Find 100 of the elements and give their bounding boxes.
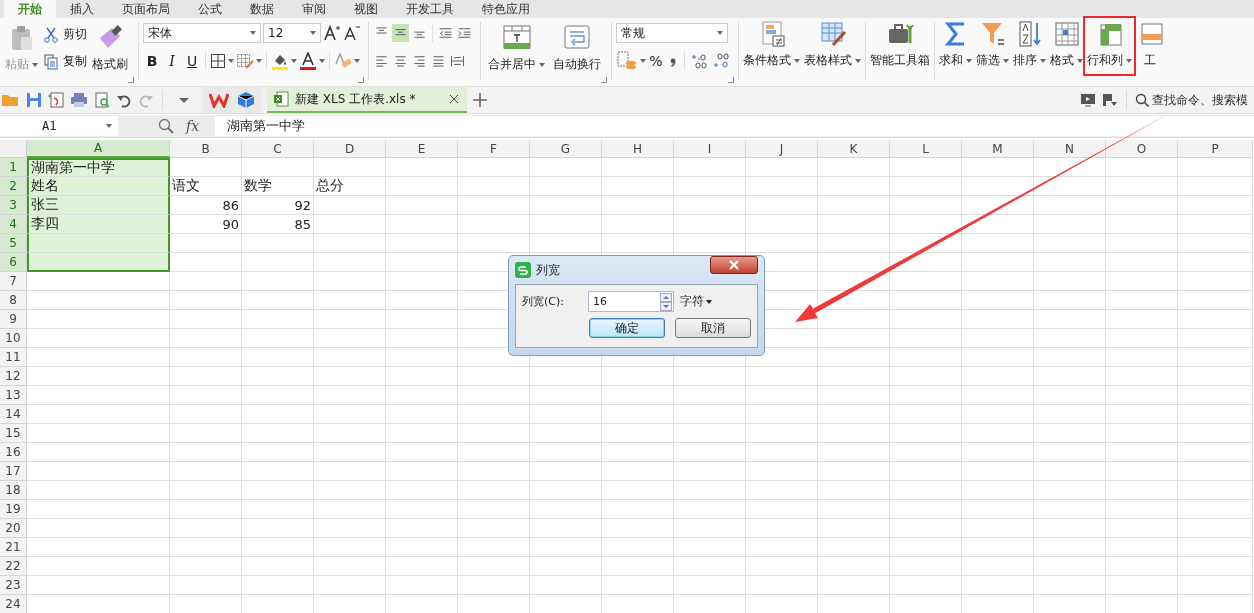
unit-dropdown[interactable]: 字符 xyxy=(680,293,712,310)
column-header[interactable]: C xyxy=(242,140,314,158)
flag-icon[interactable] xyxy=(1102,93,1118,107)
formula-input[interactable]: 湖南第一中学 xyxy=(215,116,1254,136)
row-header[interactable]: 12 xyxy=(0,367,27,386)
row-header[interactable]: 17 xyxy=(0,462,27,481)
export-pdf-icon[interactable] xyxy=(48,92,64,108)
font-size-dropdown[interactable]: 12 xyxy=(263,23,321,43)
column-header[interactable]: K xyxy=(818,140,890,158)
name-box[interactable]: A1 xyxy=(0,116,118,136)
insert-function-button[interactable]: fx xyxy=(186,118,200,134)
percent-button[interactable]: % xyxy=(648,51,664,71)
column-header[interactable]: D xyxy=(314,140,386,158)
row-header[interactable]: 1 xyxy=(0,158,27,177)
column-header[interactable]: F xyxy=(458,140,530,158)
spinner-arrows-icon[interactable] xyxy=(660,292,672,311)
row-header[interactable]: 7 xyxy=(0,272,27,291)
caret-icon[interactable] xyxy=(179,97,189,103)
row-header[interactable]: 9 xyxy=(0,310,27,329)
ribbon-tab[interactable]: 插入 xyxy=(56,0,108,18)
italic-button[interactable]: I xyxy=(163,51,181,71)
dialog-launcher-icon[interactable] xyxy=(728,77,734,83)
number-format-dropdown[interactable]: 常规 xyxy=(616,23,728,43)
column-header[interactable]: J xyxy=(746,140,818,158)
row-header[interactable]: 23 xyxy=(0,576,27,595)
clear-format-icon[interactable] xyxy=(334,52,352,70)
column-header[interactable]: L xyxy=(890,140,962,158)
ribbon-tab[interactable]: 开发工具 xyxy=(392,0,468,18)
column-header[interactable]: M xyxy=(962,140,1034,158)
row-header[interactable]: 24 xyxy=(0,595,27,613)
cube-icon[interactable] xyxy=(237,91,255,109)
borders-icon[interactable] xyxy=(210,53,226,69)
ribbon-tab[interactable]: 公式 xyxy=(184,0,236,18)
close-button[interactable] xyxy=(710,256,758,274)
row-header[interactable]: 19 xyxy=(0,500,27,519)
row-header[interactable]: 15 xyxy=(0,424,27,443)
ok-button[interactable]: 确定 xyxy=(589,318,665,338)
toolbox-button[interactable]: 智能工具箱 xyxy=(868,18,932,74)
copy-button[interactable]: 复制 xyxy=(43,53,87,70)
caret-icon[interactable] xyxy=(354,59,360,63)
table-style-button[interactable]: 表格样式 xyxy=(802,18,863,74)
decrease-font-icon[interactable] xyxy=(343,24,361,42)
bold-button[interactable]: B xyxy=(143,51,161,71)
ribbon-tab[interactable]: 页面布局 xyxy=(108,0,184,18)
document-tab[interactable]: 新建 XLS 工作表.xls * xyxy=(267,87,467,113)
increase-decimal-icon[interactable] xyxy=(689,51,709,71)
zoom-icon[interactable] xyxy=(158,118,174,134)
column-header[interactable]: E xyxy=(386,140,458,158)
wrap-text-button[interactable]: 自动换行 xyxy=(550,22,604,78)
dialog-launcher-icon[interactable] xyxy=(358,77,364,83)
font-color-icon[interactable] xyxy=(299,52,317,70)
format-button[interactable]: 格式 xyxy=(1048,18,1085,74)
search-field[interactable]: 查找命令、搜索模 xyxy=(1135,93,1252,107)
sum-button[interactable]: 求和 xyxy=(937,18,974,74)
ribbon-tab[interactable]: 审阅 xyxy=(288,0,340,18)
row-header[interactable]: 2 xyxy=(0,177,27,196)
row-header[interactable]: 22 xyxy=(0,557,27,576)
align-middle-icon[interactable] xyxy=(392,24,409,42)
cut-button[interactable]: 剪切 xyxy=(43,26,87,43)
print-icon[interactable] xyxy=(70,92,88,108)
column-header[interactable]: A xyxy=(27,140,170,158)
row-header[interactable]: 18 xyxy=(0,481,27,500)
row-header[interactable]: 16 xyxy=(0,443,27,462)
underline-button[interactable]: U xyxy=(183,51,201,71)
merge-center-button[interactable]: 合并居中 xyxy=(485,22,548,78)
column-header[interactable]: B xyxy=(170,140,242,158)
row-header[interactable]: 14 xyxy=(0,405,27,424)
ribbon-tab[interactable]: 特色应用 xyxy=(468,0,544,18)
width-input[interactable]: 16 xyxy=(588,291,674,312)
row-header[interactable]: 3 xyxy=(0,196,27,215)
row-header[interactable]: 4 xyxy=(0,215,27,234)
row-header[interactable]: 21 xyxy=(0,538,27,557)
monitor-icon[interactable] xyxy=(1080,93,1096,107)
column-header[interactable]: I xyxy=(674,140,746,158)
caret-icon[interactable] xyxy=(256,59,262,63)
save-icon[interactable] xyxy=(26,92,42,108)
plus-icon[interactable] xyxy=(473,93,487,107)
font-name-dropdown[interactable]: 宋体 xyxy=(143,23,261,43)
column-header[interactable]: N xyxy=(1034,140,1106,158)
format-painter-button[interactable]: 格式刷 xyxy=(89,22,131,78)
row-header[interactable]: 10 xyxy=(0,329,27,348)
fill-color-icon[interactable] xyxy=(271,52,289,70)
close-icon[interactable] xyxy=(449,94,459,104)
ribbon-tab[interactable]: 开始 xyxy=(4,0,56,18)
ribbon-tab[interactable]: 数据 xyxy=(236,0,288,18)
sort-button[interactable]: 排序 xyxy=(1011,18,1048,74)
column-header[interactable]: H xyxy=(602,140,674,158)
caret-icon[interactable] xyxy=(640,59,646,63)
rows-cols-button[interactable]: 行和列 xyxy=(1085,18,1134,74)
cell-style-icon[interactable] xyxy=(236,53,254,69)
row-header[interactable]: 6 xyxy=(0,253,27,272)
cancel-button[interactable]: 取消 xyxy=(675,318,751,338)
row-header[interactable]: 11 xyxy=(0,348,27,367)
print-preview-icon[interactable] xyxy=(94,92,110,108)
column-header[interactable]: G xyxy=(530,140,602,158)
row-header[interactable]: 20 xyxy=(0,519,27,538)
row-header[interactable]: 13 xyxy=(0,386,27,405)
row-header[interactable]: 5 xyxy=(0,234,27,253)
dialog-launcher-icon[interactable] xyxy=(128,77,134,83)
decrease-decimal-icon[interactable] xyxy=(711,51,731,71)
